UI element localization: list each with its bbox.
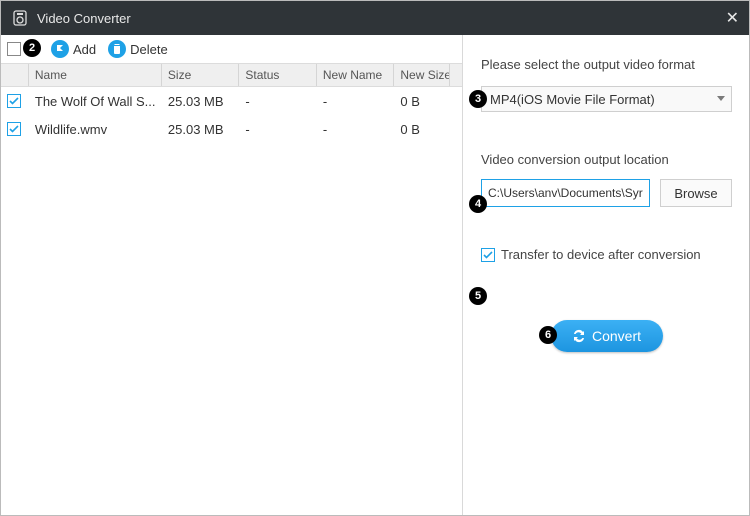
cell-status: - (239, 94, 316, 109)
table-row[interactable]: The Wolf Of Wall S...25.03 MB--0 B (1, 87, 462, 115)
add-button[interactable]: Add (51, 40, 96, 58)
format-label: Please select the output video format (481, 57, 732, 72)
convert-button[interactable]: Convert (551, 320, 663, 352)
cell-newsize: 0 B (394, 122, 450, 137)
col-newname[interactable]: New Name (317, 64, 394, 86)
cell-newname: - (317, 94, 394, 109)
add-icon (51, 40, 69, 58)
convert-label: Convert (592, 328, 641, 344)
add-label: Add (73, 42, 96, 57)
table-header: Name Size Status New Name New Size (1, 63, 462, 87)
cell-newsize: 0 B (394, 94, 450, 109)
location-label: Video conversion output location (481, 152, 732, 167)
cell-size: 25.03 MB (162, 122, 239, 137)
app-icon (11, 9, 29, 27)
table-body: The Wolf Of Wall S...25.03 MB--0 BWildli… (1, 87, 462, 515)
right-panel: Please select the output video format 3 … (463, 35, 750, 515)
window: Video Converter ✕ 2 Add Delete (0, 0, 750, 516)
transfer-label: Transfer to device after conversion (501, 247, 701, 262)
cell-name: Wildlife.wmv (29, 122, 162, 137)
left-panel: 2 Add Delete Name Size Sta (1, 35, 463, 515)
row-checkbox[interactable] (7, 122, 21, 136)
delete-button[interactable]: Delete (108, 40, 168, 58)
browse-button[interactable]: Browse (660, 179, 732, 207)
titlebar: Video Converter ✕ (1, 1, 749, 35)
delete-label: Delete (130, 42, 168, 57)
row-checkbox[interactable] (7, 94, 21, 108)
location-input[interactable] (481, 179, 650, 207)
delete-icon (108, 40, 126, 58)
transfer-checkbox[interactable] (481, 248, 495, 262)
col-size[interactable]: Size (162, 64, 239, 86)
select-all-checkbox[interactable] (7, 42, 21, 56)
format-select[interactable]: MP4(iOS Movie File Format) (481, 86, 732, 112)
cell-status: - (239, 122, 316, 137)
close-icon[interactable]: ✕ (726, 8, 739, 28)
annotation-2: 2 (23, 39, 41, 57)
cell-newname: - (317, 122, 394, 137)
col-newsize[interactable]: New Size (394, 64, 450, 86)
table-row[interactable]: Wildlife.wmv25.03 MB--0 B (1, 115, 462, 143)
annotation-5: 5 (469, 287, 487, 305)
format-value: MP4(iOS Movie File Format) (490, 92, 655, 107)
col-name[interactable]: Name (29, 64, 162, 86)
cell-size: 25.03 MB (162, 94, 239, 109)
toolbar: 2 Add Delete (1, 35, 462, 63)
body: 2 Add Delete Name Size Sta (1, 35, 749, 515)
col-status[interactable]: Status (239, 64, 316, 86)
convert-icon (572, 329, 586, 343)
window-title: Video Converter (37, 11, 726, 26)
chevron-down-icon (717, 96, 725, 101)
cell-name: The Wolf Of Wall S... (29, 94, 162, 109)
